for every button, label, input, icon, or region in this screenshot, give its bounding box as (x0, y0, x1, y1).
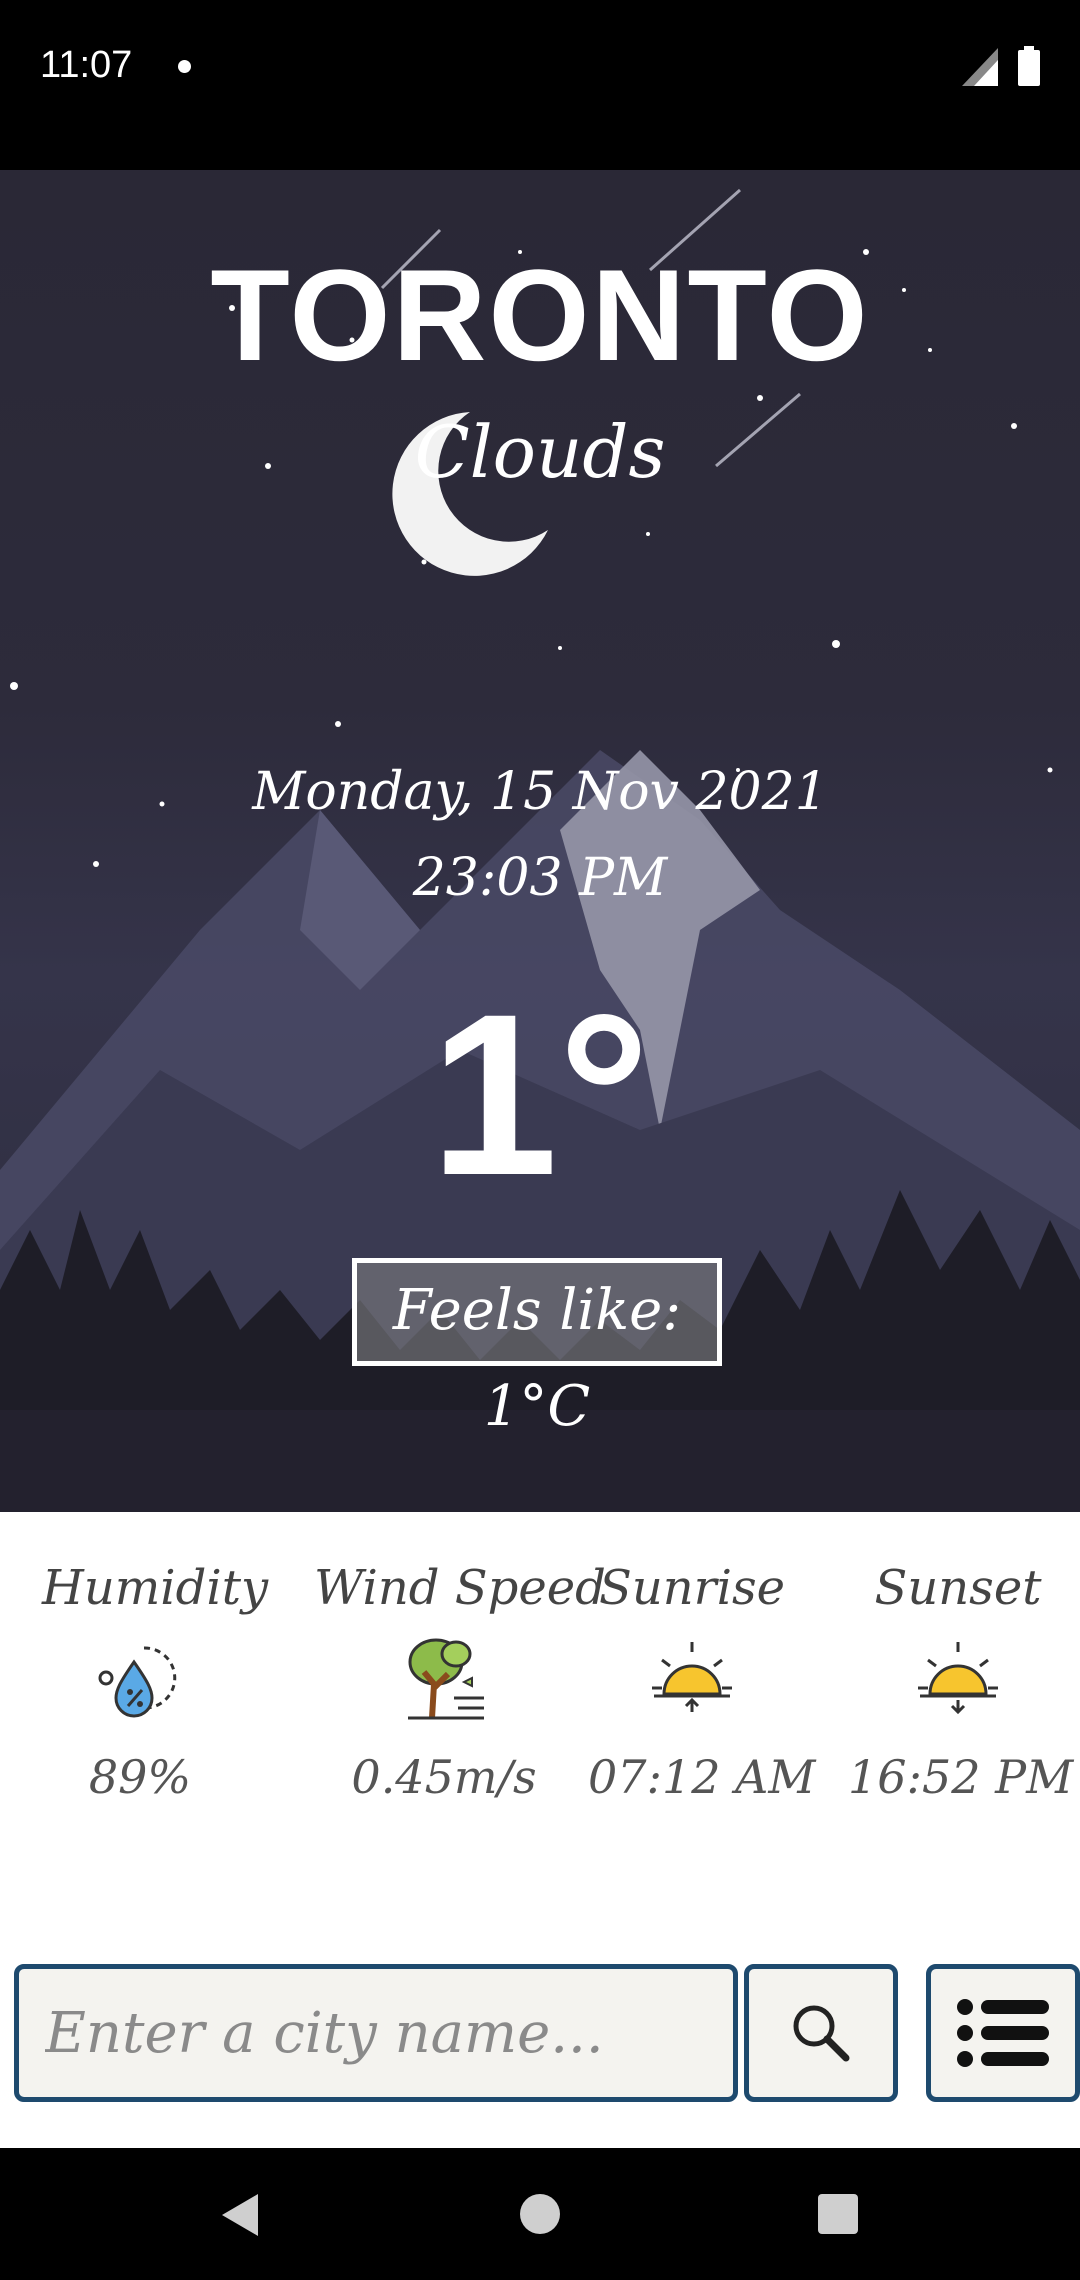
status-bar: 11:07 (0, 0, 1080, 170)
battery-icon (1018, 46, 1040, 86)
weather-app-screen: 11:07 TORONTO Clouds Monday, 15 Nov 2021… (0, 0, 1080, 2280)
sunset-label: Sunset (874, 1560, 1042, 1616)
weather-condition: Clouds (414, 410, 666, 494)
humidity-value: 89% (88, 1750, 192, 1804)
sunrise-label: Sunrise (598, 1560, 786, 1616)
list-icon (957, 1999, 1049, 2067)
sunrise-icon (652, 1642, 732, 1712)
city-name: TORONTO (210, 242, 870, 388)
sunrise-stat: Sunrise 07:12 AM (588, 1560, 816, 1804)
search-button[interactable] (744, 1964, 898, 2102)
notification-dot-icon (178, 60, 191, 73)
feels-like-badge: Feels like: 1°C (352, 1258, 722, 1439)
humidity-label: Humidity (42, 1560, 269, 1616)
humidity-icon (98, 1646, 177, 1718)
weather-details: Humidity 89% Wind Speed 0.45m/s Sunrise … (0, 1512, 1080, 2148)
weather-hero: TORONTO Clouds Monday, 15 Nov 2021 23:03… (0, 170, 1080, 1512)
temperature: 1° (430, 966, 650, 1223)
current-date: Monday, 15 Nov 2021 (252, 762, 828, 822)
sunset-icon (918, 1642, 998, 1715)
wind-speed-stat: Wind Speed 0.45m/s (314, 1560, 606, 1804)
status-time: 11:07 (40, 44, 133, 86)
humidity-stat: Humidity 89% (42, 1560, 269, 1804)
wind-tree-icon (408, 1638, 484, 1720)
sunrise-value: 07:12 AM (588, 1750, 816, 1804)
wind-speed-label: Wind Speed (314, 1560, 606, 1616)
signal-icon (962, 48, 998, 86)
saved-cities-button[interactable] (926, 1964, 1080, 2102)
city-search-input[interactable] (14, 1964, 738, 2102)
wind-speed-value: 0.45m/s (351, 1750, 537, 1804)
home-icon[interactable] (520, 2194, 560, 2234)
back-icon[interactable] (218, 2192, 262, 2238)
system-navigation-bar (0, 2148, 1080, 2280)
sunset-value: 16:52 PM (848, 1750, 1074, 1804)
recents-icon[interactable] (818, 2194, 858, 2234)
current-time: 23:03 PM (412, 848, 668, 908)
search-icon (793, 2005, 850, 2062)
sunset-stat: Sunset 16:52 PM (848, 1560, 1074, 1804)
